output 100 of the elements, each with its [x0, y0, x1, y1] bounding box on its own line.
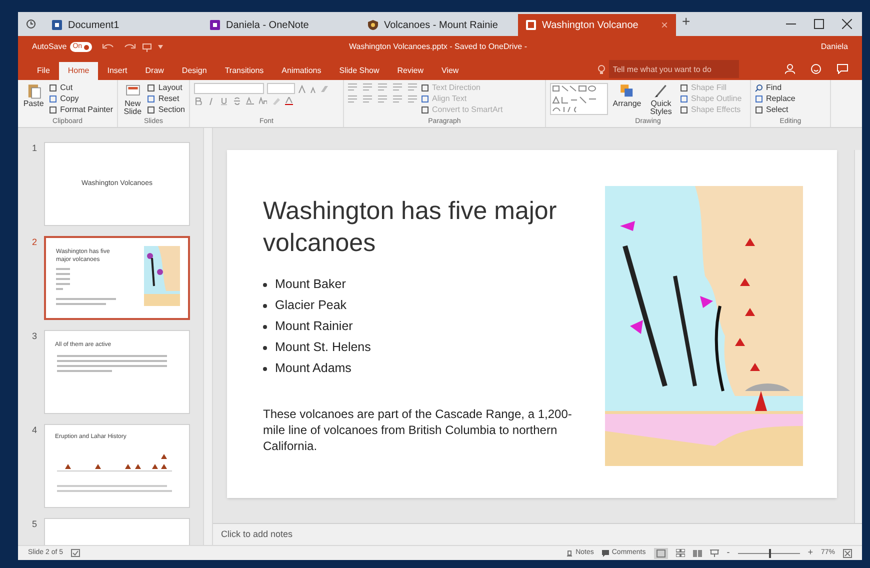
ribbon-button[interactable]: Cut: [49, 83, 113, 93]
autosave-label: AutoSave: [32, 41, 67, 53]
font-color-icon[interactable]: [285, 97, 293, 105]
grow-font-icon[interactable]: [298, 84, 306, 92]
browser-tab[interactable]: Washington Volcanoe ×: [518, 14, 676, 36]
ribbon-tab[interactable]: Design: [172, 62, 216, 80]
close-icon[interactable]: [842, 19, 852, 29]
reading-view-icon[interactable]: [692, 549, 702, 557]
slide-paragraph: These volcanoes are part of the Cascade Range, a 1,200-mile line of volcanoes from British Columbia to northern California.: [263, 406, 573, 454]
lightbulb-icon: [598, 64, 605, 74]
slides-icon: [526, 20, 536, 30]
scrollbar[interactable]: [854, 150, 862, 523]
ribbon-button[interactable]: Replace: [755, 94, 796, 104]
slider-thumb[interactable]: [768, 548, 771, 558]
align-icon[interactable]: [378, 95, 387, 103]
align-icon[interactable]: [363, 95, 372, 103]
large-ribbon-button[interactable]: Quick Styles: [646, 83, 676, 116]
redo-icon[interactable]: [122, 43, 136, 51]
slide-number: 3: [32, 330, 38, 343]
ribbon-button[interactable]: Select: [755, 105, 796, 115]
clear-format-icon[interactable]: [320, 84, 328, 92]
ribbon-button[interactable]: Reset: [147, 94, 185, 104]
ribbon-button[interactable]: Format Painter: [49, 105, 113, 115]
history-icon[interactable]: [26, 19, 36, 29]
presenter-icon[interactable]: [142, 42, 152, 52]
person-icon[interactable]: [785, 64, 795, 74]
case-icon[interactable]: [259, 97, 267, 105]
new-tab-button[interactable]: +: [682, 11, 690, 32]
large-ribbon-button[interactable]: Paste: [22, 83, 46, 108]
highlight-icon[interactable]: [272, 97, 280, 105]
tab-label: Washington Volcanoe: [542, 18, 638, 32]
undo-icon[interactable]: [102, 43, 116, 51]
tell-me-field[interactable]: Tell me what you want to do: [608, 60, 739, 78]
ribbon-tab[interactable]: File: [28, 62, 59, 80]
notebook-icon: [210, 20, 220, 30]
shield-icon: [368, 20, 378, 30]
list-icon[interactable]: [393, 83, 402, 91]
ribbon-tab[interactable]: Draw: [136, 62, 173, 80]
fit-slide-icon[interactable]: [843, 548, 852, 558]
ribbon-tab[interactable]: Transitions: [216, 62, 273, 80]
notes-field[interactable]: Click to add notes: [221, 528, 421, 542]
bullet-icon: [263, 324, 267, 328]
underline-icon[interactable]: [220, 97, 228, 105]
slide-number: 1: [32, 142, 38, 155]
align-icon[interactable]: [408, 95, 417, 103]
zoom-out-button[interactable]: -: [726, 546, 730, 560]
slideshow-icon[interactable]: [710, 549, 719, 557]
font-name-field[interactable]: [194, 83, 264, 94]
thumbnail-text-drawing: [56, 268, 116, 308]
ribbon-button[interactable]: Find: [755, 83, 796, 93]
comment-icon: [602, 550, 609, 556]
bullet-icon: [263, 304, 267, 308]
ribbon-tab[interactable]: Review: [388, 62, 432, 80]
slide-number: 2: [32, 236, 38, 249]
slide-sorter-icon[interactable]: [676, 549, 685, 557]
list-icon[interactable]: [378, 83, 387, 91]
bullet-text: Glacier Peak: [275, 298, 347, 313]
smiley-icon[interactable]: [811, 64, 821, 74]
bullet-icon: [263, 282, 267, 286]
align-icon[interactable]: [393, 95, 402, 103]
large-ribbon-button[interactable]: New Slide: [122, 83, 144, 116]
user-name[interactable]: Daniela: [820, 41, 848, 53]
bold-icon[interactable]: [194, 97, 202, 105]
list-icon[interactable]: [408, 83, 417, 91]
maximize-icon[interactable]: [814, 19, 824, 29]
ribbon-button[interactable]: Section: [147, 105, 185, 115]
bullet-text: Mount St. Helens: [275, 340, 371, 355]
scrollbar[interactable]: [203, 128, 213, 545]
bullet-icon: [263, 346, 267, 350]
strikethrough-icon[interactable]: [233, 97, 241, 105]
zoom-in-button[interactable]: +: [808, 546, 813, 560]
dropdown-icon[interactable]: [158, 45, 164, 49]
slide-title: Washington has five major volcanoes: [263, 196, 558, 259]
list-icon[interactable]: [363, 83, 372, 91]
tab-label: Volcanoes - Mount Rainie: [384, 18, 498, 32]
align-icon[interactable]: [348, 95, 357, 103]
font-size-field[interactable]: [267, 83, 295, 94]
shrink-font-icon[interactable]: [309, 84, 317, 92]
large-ribbon-button[interactable]: Arrange: [612, 83, 642, 108]
list-icon[interactable]: [348, 83, 357, 91]
shapes-gallery-icon[interactable]: [550, 83, 608, 115]
spelling-icon[interactable]: [71, 549, 80, 557]
ribbon-tab[interactable]: Animations: [272, 62, 330, 80]
bullet-text: Mount Adams: [275, 361, 352, 376]
ribbon-tab[interactable]: Insert: [98, 62, 136, 80]
ribbon-button[interactable]: Layout: [147, 83, 185, 93]
ribbon-button[interactable]: Copy: [49, 94, 113, 104]
document-icon: [52, 20, 62, 30]
ribbon-tab[interactable]: View: [432, 62, 468, 80]
tab-label: Document1: [68, 18, 120, 32]
italic-icon[interactable]: [207, 97, 215, 105]
comment-icon[interactable]: [837, 64, 848, 74]
tab-label: Daniela - OneNote: [226, 18, 309, 32]
ribbon-tab[interactable]: Home: [58, 62, 98, 80]
normal-view-icon[interactable]: [654, 548, 668, 558]
document-title: Washington Volcanoes.pptx - Saved to OneDrive -: [348, 41, 528, 53]
slide-number: 4: [32, 424, 38, 437]
bullet-text: Mount Baker: [275, 277, 346, 292]
ribbon-tab[interactable]: Slide Show: [330, 62, 388, 80]
spacing-icon[interactable]: [246, 97, 254, 105]
